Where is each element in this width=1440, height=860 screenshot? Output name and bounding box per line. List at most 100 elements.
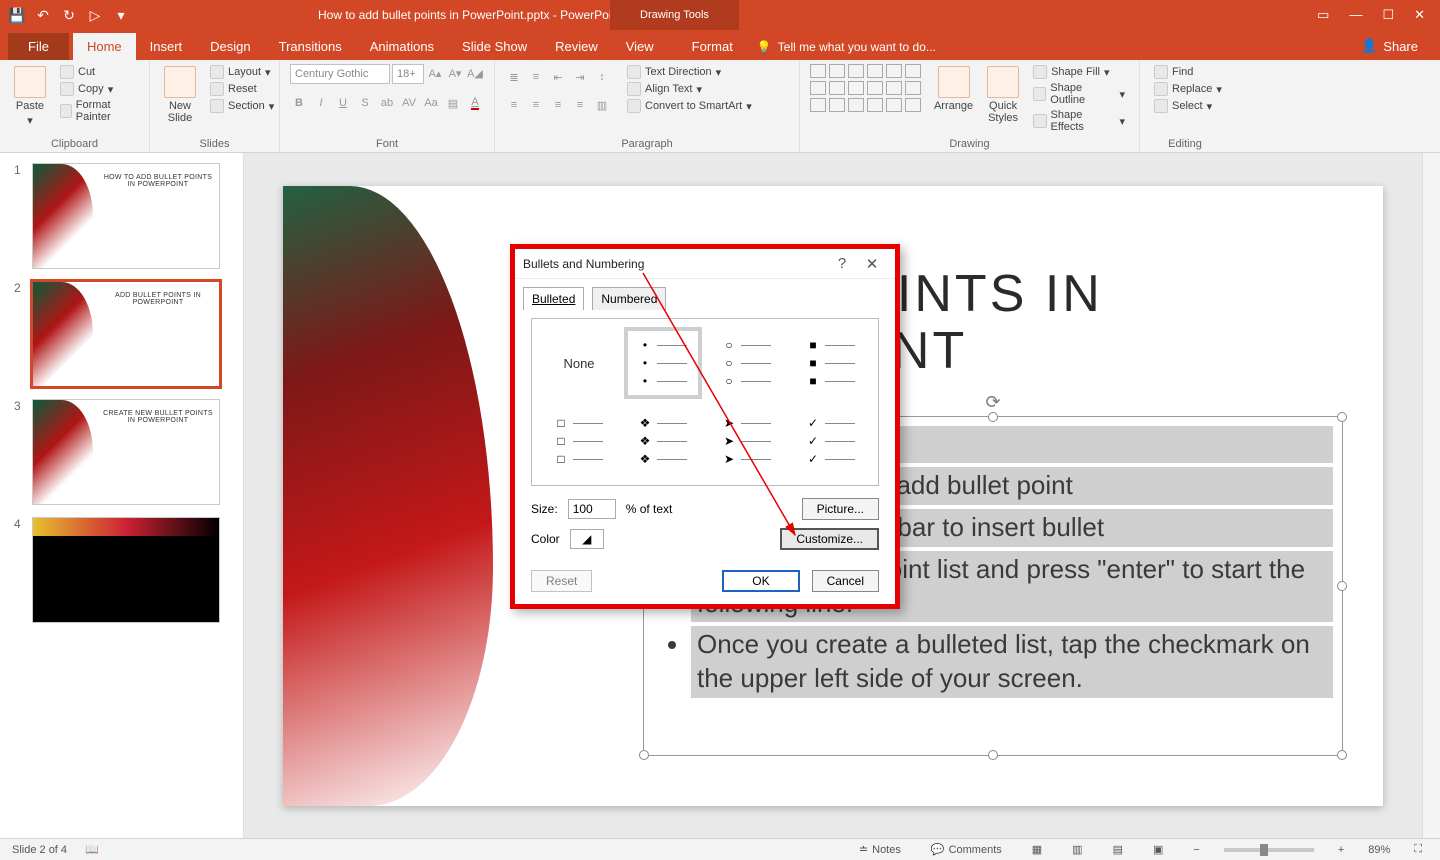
strike-icon[interactable]: S <box>356 94 374 112</box>
size-spinner[interactable]: 100 <box>568 499 616 519</box>
arrange-button[interactable]: Arrange <box>930 64 977 114</box>
maximize-icon[interactable]: ☐ <box>1382 7 1394 23</box>
font-family-combo[interactable]: Century Gothic <box>290 64 390 84</box>
tab-insert[interactable]: Insert <box>136 33 197 60</box>
smartart-button[interactable]: Convert to SmartArt▾ <box>623 98 756 114</box>
vertical-scrollbar[interactable] <box>1422 153 1440 838</box>
spacing-icon[interactable]: AV <box>400 94 418 112</box>
start-slideshow-icon[interactable]: ▷ <box>86 6 104 24</box>
redo-icon[interactable]: ↻ <box>60 6 78 24</box>
zoom-value[interactable]: 89% <box>1368 844 1390 856</box>
zoom-in-button[interactable]: + <box>1332 844 1350 856</box>
tab-design[interactable]: Design <box>196 33 264 60</box>
tab-review[interactable]: Review <box>541 33 612 60</box>
bullet-none[interactable]: None <box>540 327 618 399</box>
align-text-button[interactable]: Align Text▾ <box>623 81 756 97</box>
reset-button[interactable]: Reset <box>206 81 278 97</box>
ribbon-display-icon[interactable]: ▭ <box>1317 7 1329 23</box>
close-icon[interactable]: ✕ <box>1414 7 1425 23</box>
tab-format[interactable]: Format <box>678 33 747 60</box>
normal-view-icon[interactable]: ▦ <box>1026 843 1048 856</box>
font-size-combo[interactable]: 18+ <box>392 64 424 84</box>
picture-button[interactable]: Picture... <box>802 498 879 520</box>
zoom-slider[interactable] <box>1224 848 1314 852</box>
select-button[interactable]: Select▾ <box>1150 98 1226 114</box>
new-slide-button[interactable]: New Slide <box>160 64 200 126</box>
justify-icon[interactable]: ≡ <box>571 96 589 114</box>
line-spacing-icon[interactable]: ↕ <box>593 68 611 86</box>
help-icon[interactable]: ? <box>827 255 857 272</box>
sorter-view-icon[interactable]: ▥ <box>1066 843 1088 856</box>
tab-transitions[interactable]: Transitions <box>265 33 356 60</box>
shadow-icon[interactable]: ab <box>378 94 396 112</box>
shape-outline-button[interactable]: Shape Outline▾ <box>1029 81 1129 107</box>
slideshow-view-icon[interactable]: ▣ <box>1147 843 1169 856</box>
undo-icon[interactable]: ↶ <box>34 6 52 24</box>
minimize-icon[interactable]: — <box>1349 7 1362 23</box>
notes-button[interactable]: ≐ Notes <box>853 843 907 856</box>
copy-button[interactable]: Copy▾ <box>56 81 139 97</box>
format-painter-button[interactable]: Format Painter <box>56 98 139 124</box>
increase-indent-icon[interactable]: ⇥ <box>571 68 589 86</box>
zoom-out-button[interactable]: − <box>1187 844 1205 856</box>
thumbnail-2[interactable]: 2 ADD BULLET POINTS IN POWERPOINT <box>14 281 229 387</box>
decrease-indent-icon[interactable]: ⇤ <box>549 68 567 86</box>
shape-effects-button[interactable]: Shape Effects▾ <box>1029 108 1129 134</box>
case-icon[interactable]: Aa <box>422 94 440 112</box>
thumbnail-3[interactable]: 3 CREATE NEW BULLET POINTS IN POWERPOINT <box>14 399 229 505</box>
share-button[interactable]: 👤 Share <box>1349 32 1430 60</box>
text-direction-button[interactable]: Text Direction▾ <box>623 64 756 80</box>
bullet-list-icon[interactable]: ≣ <box>505 68 523 86</box>
bullet-filled-square[interactable]: ■ ■ ■ <box>792 327 870 399</box>
reading-view-icon[interactable]: ▤ <box>1107 843 1129 856</box>
italic-icon[interactable]: I <box>312 94 330 112</box>
align-right-icon[interactable]: ≡ <box>549 96 567 114</box>
customize-button[interactable]: Customize... <box>780 528 879 550</box>
bullet-check[interactable]: ✓ ✓ ✓ <box>792 405 870 477</box>
bullet-filled-round[interactable]: • • • <box>624 327 702 399</box>
qat-dropdown-icon[interactable]: ▾ <box>112 6 130 24</box>
slide-thumbnails-pane[interactable]: 1 HOW TO ADD BULLET POINTS IN POWERPOINT… <box>0 153 244 838</box>
paste-button[interactable]: Paste▾ <box>10 64 50 129</box>
section-button[interactable]: Section▾ <box>206 98 278 114</box>
spellcheck-icon[interactable]: 📖 <box>85 843 99 856</box>
underline-icon[interactable]: U <box>334 94 352 112</box>
save-icon[interactable]: 💾 <box>8 6 26 24</box>
number-list-icon[interactable]: ≡ <box>527 68 545 86</box>
clear-format-icon[interactable]: A◢ <box>466 64 484 82</box>
bullet-diamond[interactable]: ❖ ❖ ❖ <box>624 405 702 477</box>
fit-window-icon[interactable]: ⛶ <box>1408 843 1428 856</box>
shape-gallery[interactable] <box>810 64 924 112</box>
comments-button[interactable]: 💬 Comments <box>925 843 1008 856</box>
font-color-icon[interactable]: A <box>466 94 484 112</box>
tab-bulleted[interactable]: Bulleted <box>523 287 584 310</box>
tab-animations[interactable]: Animations <box>356 33 448 60</box>
slide-indicator[interactable]: Slide 2 of 4 <box>12 844 67 856</box>
align-center-icon[interactable]: ≡ <box>527 96 545 114</box>
bullet-item[interactable]: Once you create a bulleted list, tap the… <box>691 626 1333 698</box>
rotate-handle-icon[interactable]: ⟳ <box>985 392 1000 413</box>
thumbnail-4[interactable]: 4 <box>14 517 229 623</box>
tell-me-search[interactable]: 💡 Tell me what you want to do... <box>747 34 946 60</box>
ok-button[interactable]: OK <box>722 570 799 592</box>
cancel-button[interactable]: Cancel <box>812 570 879 592</box>
bullet-hollow-square[interactable]: □ □ □ <box>540 405 618 477</box>
tab-home[interactable]: Home <box>73 33 136 60</box>
tab-file[interactable]: File <box>8 33 69 60</box>
tab-numbered[interactable]: Numbered <box>592 287 666 310</box>
highlight-icon[interactable]: ▤ <box>444 94 462 112</box>
bold-icon[interactable]: B <box>290 94 308 112</box>
reset-button[interactable]: Reset <box>531 570 592 592</box>
find-button[interactable]: Find <box>1150 64 1226 80</box>
cut-button[interactable]: Cut <box>56 64 139 80</box>
quick-styles-button[interactable]: Quick Styles <box>983 64 1023 126</box>
grow-font-icon[interactable]: A▴ <box>426 64 444 82</box>
columns-icon[interactable]: ▥ <box>593 96 611 114</box>
bullet-hollow-round[interactable]: ○ ○ ○ <box>708 327 786 399</box>
close-dialog-icon[interactable]: ✕ <box>857 255 887 273</box>
dialog-titlebar[interactable]: Bullets and Numbering ? ✕ <box>515 249 895 279</box>
color-picker[interactable]: ◢ <box>570 529 604 549</box>
align-left-icon[interactable]: ≡ <box>505 96 523 114</box>
tab-slideshow[interactable]: Slide Show <box>448 33 541 60</box>
shrink-font-icon[interactable]: A▾ <box>446 64 464 82</box>
